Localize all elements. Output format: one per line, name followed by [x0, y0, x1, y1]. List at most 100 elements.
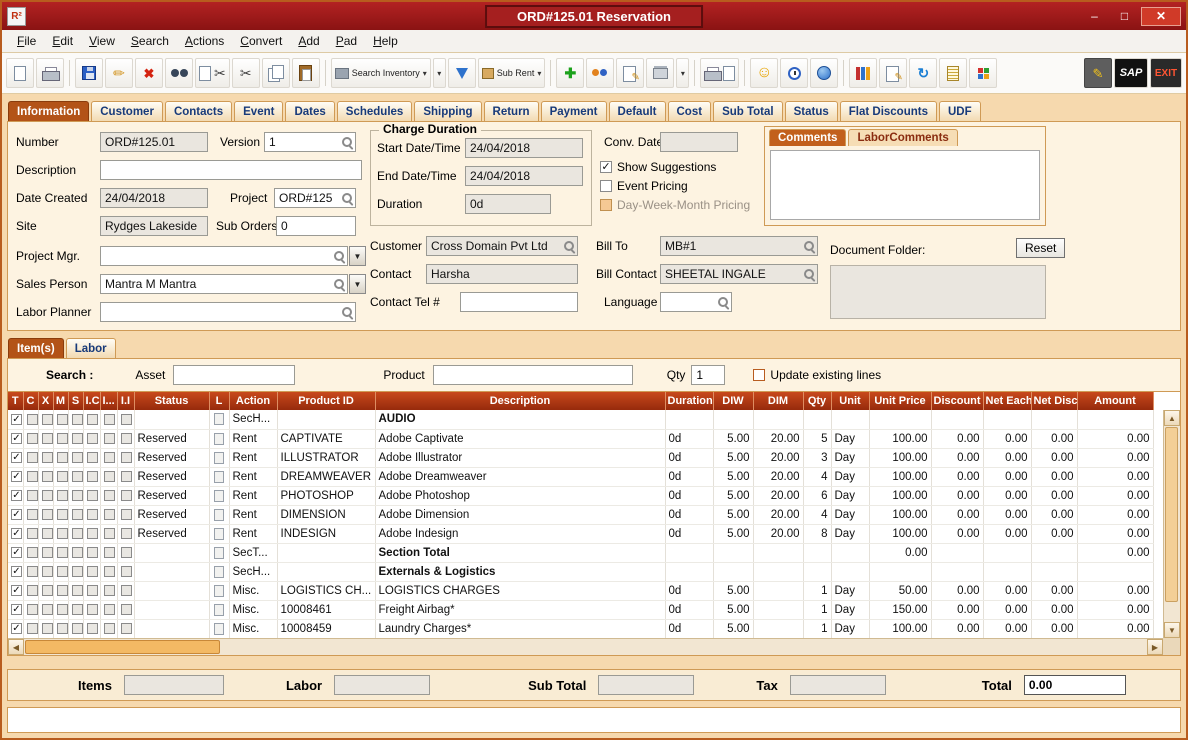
tab-return[interactable]: Return: [484, 101, 539, 121]
sales-person-dropdown[interactable]: ▼: [349, 274, 366, 294]
row-checkbox[interactable]: [121, 490, 132, 501]
row-checkbox[interactable]: [42, 509, 53, 520]
table-row[interactable]: ✓Misc.10008461Freight Airbag*0d5.001Day1…: [8, 600, 1153, 619]
row-checkbox[interactable]: ✓: [11, 452, 22, 463]
web-button[interactable]: [810, 58, 838, 88]
table-row[interactable]: ✓SecH...Externals & Logistics: [8, 562, 1153, 581]
table-row[interactable]: ✓SecT...Section Total0.000.00: [8, 543, 1153, 562]
add-button[interactable]: ✚: [556, 58, 584, 88]
site-input[interactable]: [101, 217, 207, 235]
row-checkbox[interactable]: ✓: [11, 604, 22, 615]
column-header-s[interactable]: S: [68, 392, 83, 410]
row-checkbox[interactable]: [104, 604, 115, 615]
row-checkbox[interactable]: ✓: [11, 471, 22, 482]
product-input[interactable]: [434, 366, 632, 384]
column-header-action[interactable]: Action: [229, 392, 277, 410]
menu-actions[interactable]: Actions: [178, 32, 231, 50]
column-header-duration[interactable]: Duration: [665, 392, 713, 410]
menu-search[interactable]: Search: [124, 32, 176, 50]
sub-rent-button[interactable]: Sub Rent▾: [478, 58, 546, 88]
column-header-status[interactable]: Status: [134, 392, 209, 410]
column-header-l[interactable]: L: [209, 392, 229, 410]
row-checkbox[interactable]: [57, 623, 68, 634]
row-checkbox[interactable]: [87, 623, 98, 634]
column-header-t[interactable]: T: [8, 392, 23, 410]
row-checkbox[interactable]: [27, 547, 38, 558]
row-checkbox[interactable]: [42, 566, 53, 577]
tab-schedules[interactable]: Schedules: [337, 101, 413, 121]
menu-edit[interactable]: Edit: [45, 32, 80, 50]
find-button[interactable]: [165, 58, 193, 88]
cards-dropdown[interactable]: ▾: [676, 58, 689, 88]
row-checkbox[interactable]: [121, 566, 132, 577]
row-checkbox[interactable]: [72, 509, 83, 520]
menu-pad[interactable]: Pad: [329, 32, 364, 50]
row-checkbox[interactable]: [27, 528, 38, 539]
row-checkbox[interactable]: [57, 414, 68, 425]
exit-button[interactable]: EXIT: [1150, 58, 1182, 88]
row-checkbox[interactable]: [42, 471, 53, 482]
row-checkbox[interactable]: [121, 623, 132, 634]
column-header-diw[interactable]: DIW: [713, 392, 753, 410]
row-checkbox[interactable]: [104, 566, 115, 577]
row-checkbox[interactable]: [57, 490, 68, 501]
tab-information[interactable]: Information: [8, 101, 89, 121]
row-checkbox[interactable]: [72, 414, 83, 425]
row-checkbox[interactable]: [104, 471, 115, 482]
edit-button[interactable]: ✏: [105, 58, 133, 88]
menu-view[interactable]: View: [82, 32, 122, 50]
row-checkbox[interactable]: [27, 509, 38, 520]
edit-note-button[interactable]: [616, 58, 644, 88]
search-icon[interactable]: [563, 240, 576, 253]
event-pricing-checkbox[interactable]: Event Pricing: [600, 179, 688, 193]
row-checkbox[interactable]: [104, 490, 115, 501]
tab-item-s[interactable]: Item(s): [8, 338, 64, 358]
apps-button[interactable]: [969, 58, 997, 88]
tab-labor[interactable]: Labor: [66, 338, 116, 358]
feedback-button[interactable]: ☺: [750, 58, 778, 88]
row-checkbox[interactable]: [72, 604, 83, 615]
version-input[interactable]: [265, 133, 341, 151]
menu-convert[interactable]: Convert: [233, 32, 289, 50]
project-mgr-input[interactable]: [101, 247, 333, 265]
row-checkbox[interactable]: [72, 452, 83, 463]
cut-button[interactable]: ✂: [232, 58, 260, 88]
search-icon[interactable]: [803, 240, 816, 253]
row-checkbox[interactable]: [57, 547, 68, 558]
maximize-button[interactable]: □: [1111, 7, 1138, 26]
row-checkbox[interactable]: [27, 604, 38, 615]
close-button[interactable]: ✕: [1141, 7, 1181, 26]
bill-contact-input[interactable]: [661, 265, 803, 283]
time-button[interactable]: [780, 58, 808, 88]
description-input[interactable]: [101, 161, 361, 179]
horizontal-scroll-thumb[interactable]: [25, 640, 220, 654]
row-checkbox[interactable]: [27, 471, 38, 482]
row-checkbox[interactable]: [104, 585, 115, 596]
comments-textarea[interactable]: [770, 150, 1040, 220]
row-checkbox[interactable]: ✓: [11, 490, 22, 501]
search-icon[interactable]: [717, 296, 730, 309]
row-checkbox[interactable]: [104, 623, 115, 634]
paste-button[interactable]: [292, 58, 320, 88]
search-icon[interactable]: [803, 268, 816, 281]
row-checkbox[interactable]: [104, 452, 115, 463]
scroll-down-icon[interactable]: ▼: [1164, 622, 1180, 638]
tax-input[interactable]: [791, 676, 885, 694]
tab-contacts[interactable]: Contacts: [165, 101, 232, 121]
row-checkbox[interactable]: [57, 604, 68, 615]
print-button[interactable]: [36, 58, 64, 88]
tab-status[interactable]: Status: [785, 101, 838, 121]
tab-sub-total[interactable]: Sub Total: [713, 101, 783, 121]
row-checkbox[interactable]: [27, 433, 38, 444]
new-document-button[interactable]: [6, 58, 34, 88]
row-checkbox[interactable]: [42, 547, 53, 558]
cut-line-button[interactable]: ✂: [195, 58, 230, 88]
number-input[interactable]: [101, 133, 207, 151]
contact-tel-input[interactable]: [461, 293, 577, 311]
update-existing-lines-checkbox[interactable]: Update existing lines: [753, 368, 881, 382]
document-folder-box[interactable]: [830, 265, 1046, 319]
column-header-i-i[interactable]: I.I: [117, 392, 134, 410]
language-input[interactable]: [661, 293, 717, 311]
table-row[interactable]: ✓ReservedRentILLUSTRATORAdobe Illustrato…: [8, 448, 1153, 467]
search-icon[interactable]: [341, 136, 354, 149]
